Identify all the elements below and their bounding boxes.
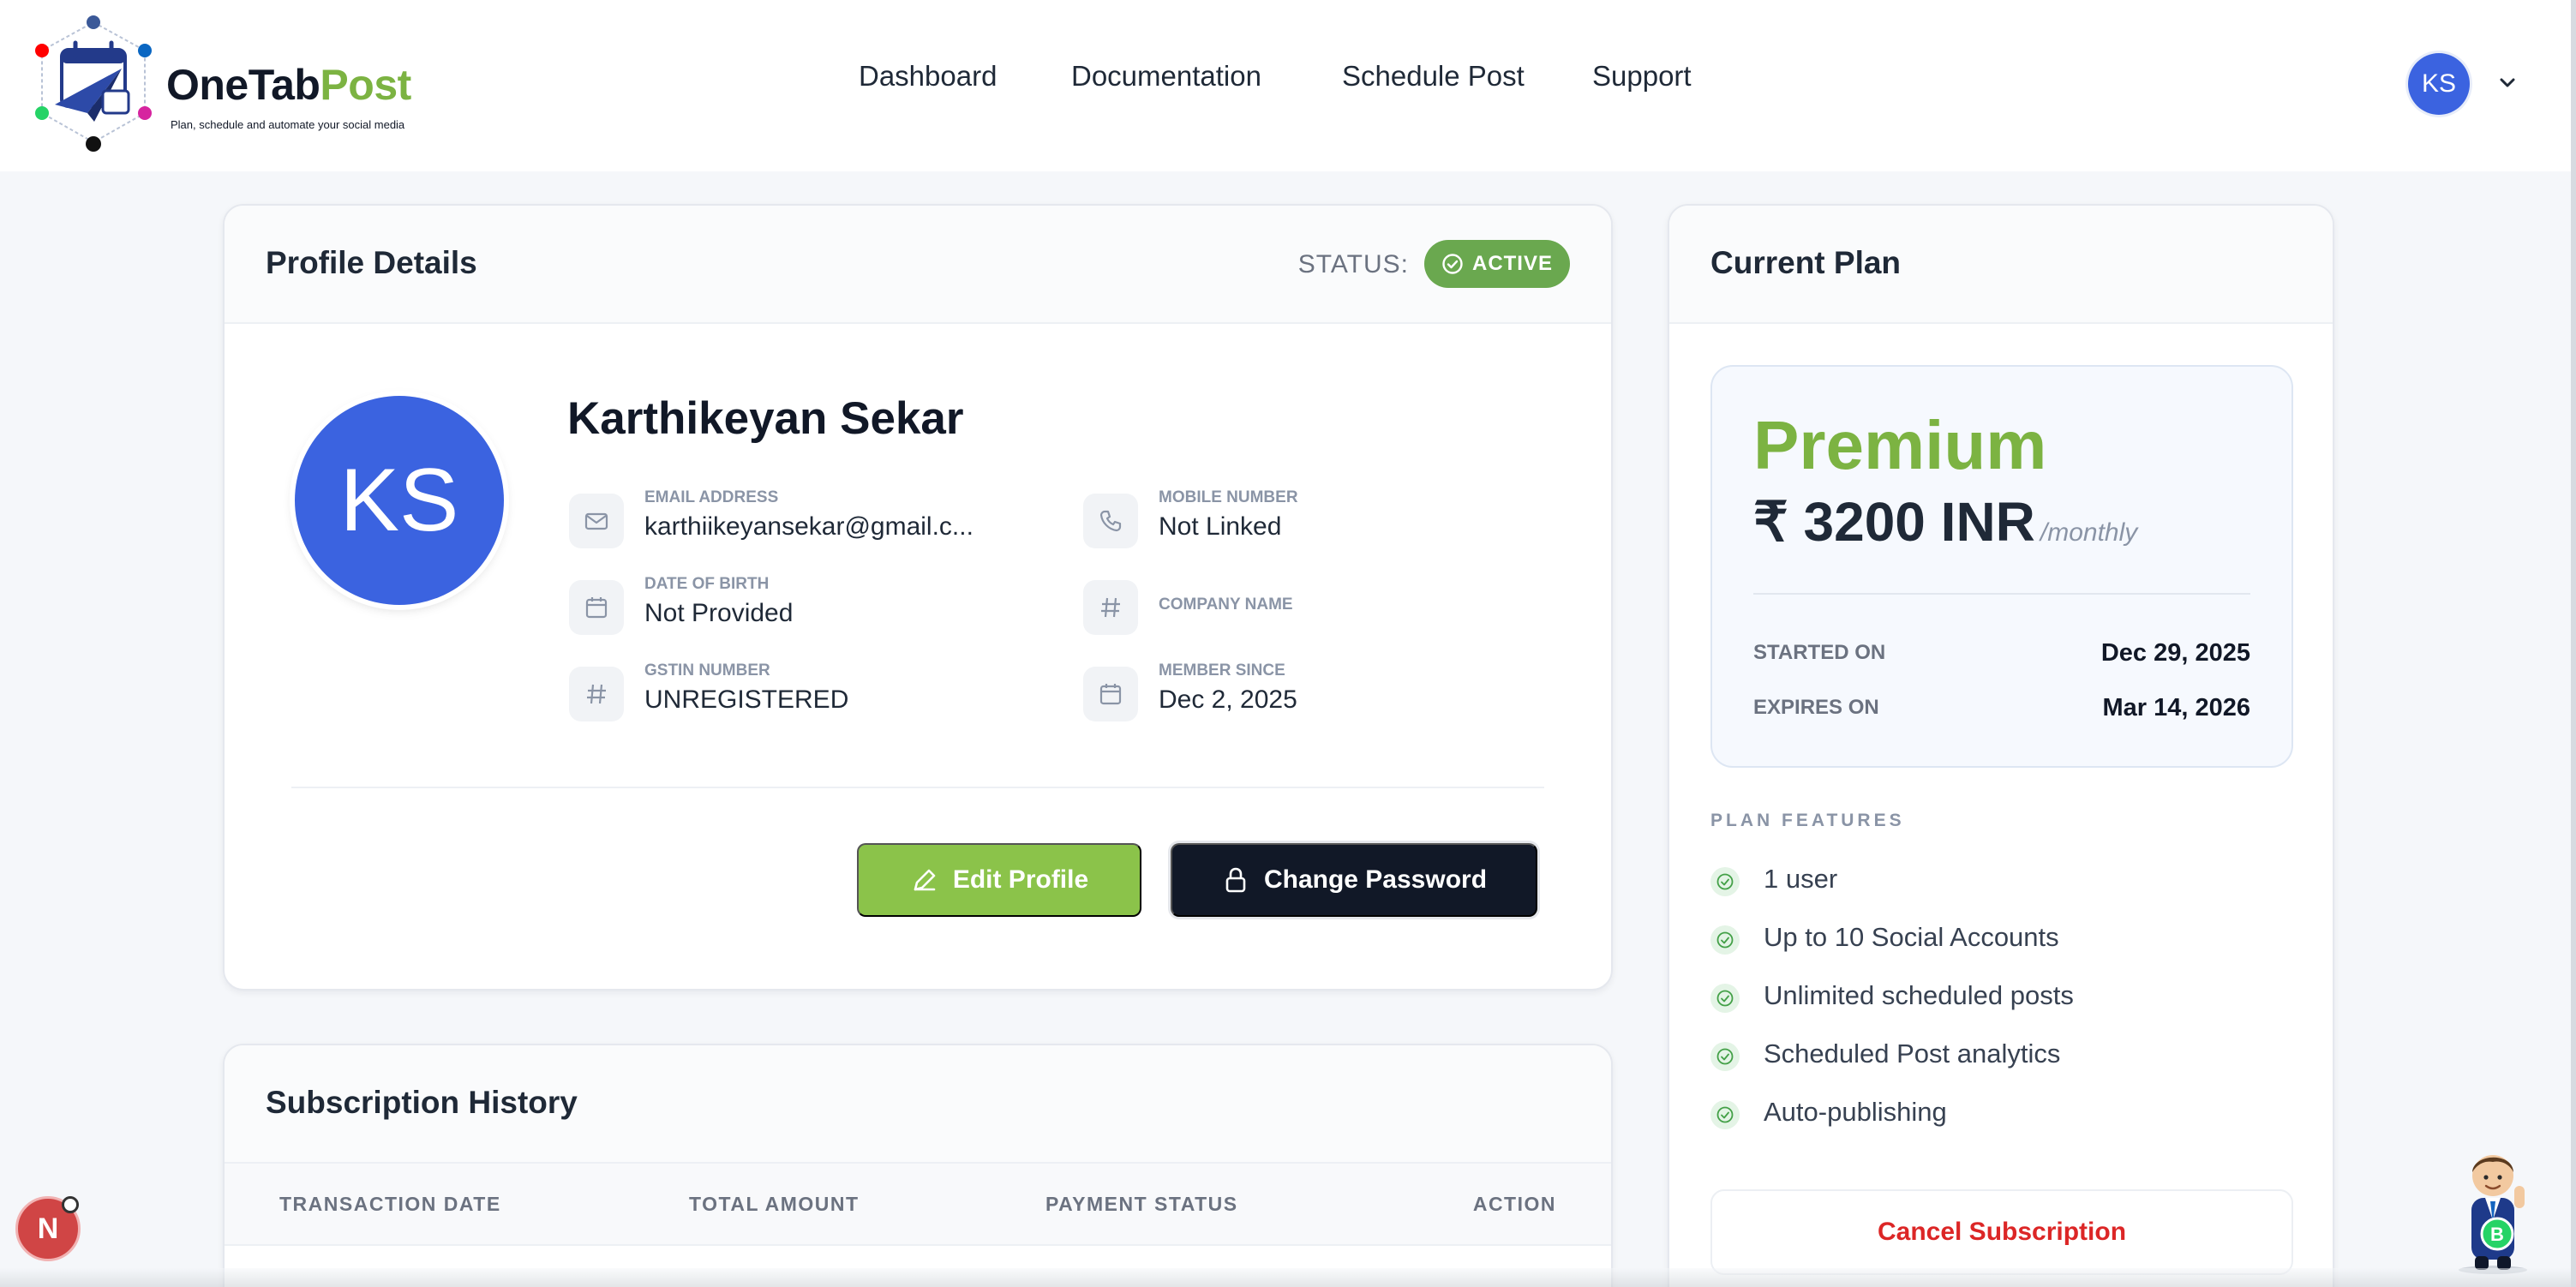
plan-card-header: Current Plan bbox=[1669, 206, 2333, 324]
plan-feature-item: Scheduled Post analytics bbox=[1710, 1033, 2259, 1074]
scrollbar-track[interactable] bbox=[2571, 0, 2576, 1287]
column-action: ACTION bbox=[1472, 1193, 1556, 1215]
company-label: COMPANY NAME bbox=[1159, 596, 1293, 614]
user-menu[interactable]: KS bbox=[2408, 51, 2519, 117]
top-navbar: OneTabPost Plan, schedule and automate y… bbox=[0, 0, 2576, 171]
check-circle-icon bbox=[1710, 925, 1740, 955]
plan-price: ₹ 3200 INR/monthly bbox=[1753, 490, 2137, 554]
plan-name: Premium bbox=[1753, 407, 2047, 483]
mobile-field: MOBILE NUMBER Not Linked bbox=[1083, 488, 1563, 550]
brand-logo[interactable]: OneTabPost Plan, schedule and automate y… bbox=[21, 12, 423, 158]
profile-details-title: Profile Details bbox=[266, 245, 477, 280]
status-badge-text: ACTIVE bbox=[1471, 252, 1553, 275]
profile-avatar: KS bbox=[295, 396, 504, 605]
phone-icon bbox=[1083, 494, 1138, 548]
mobile-value: Not Linked bbox=[1159, 512, 1282, 541]
plan-feature-text: Unlimited scheduled posts bbox=[1764, 980, 2074, 1010]
current-plan-card: Current Plan Premium ₹ 3200 INR/monthly … bbox=[1668, 204, 2334, 1287]
onetabpost-logo-icon bbox=[35, 15, 152, 152]
member-since-field: MEMBER SINCE Dec 2, 2025 bbox=[1083, 661, 1563, 723]
cancel-subscription-button[interactable]: Cancel Subscription bbox=[1710, 1189, 2293, 1275]
current-plan-title: Current Plan bbox=[1710, 245, 1902, 280]
user-avatar[interactable]: KS bbox=[2408, 53, 2470, 115]
gstin-label: GSTIN NUMBER bbox=[644, 661, 770, 679]
brand-tagline: Plan, schedule and automate your social … bbox=[171, 118, 405, 131]
started-on-value: Dec 29, 2025 bbox=[2100, 639, 2250, 667]
status-label: STATUS: bbox=[1297, 250, 1409, 278]
plan-feature-text: Auto-publishing bbox=[1764, 1097, 1947, 1127]
expires-on-label: EXPIRES ON bbox=[1753, 696, 1879, 719]
hash-icon bbox=[1083, 580, 1138, 635]
edit-profile-button[interactable]: Edit Profile bbox=[857, 843, 1141, 917]
plan-feature-text: 1 user bbox=[1764, 864, 1838, 894]
gstin-field: GSTIN NUMBER UNREGISTERED bbox=[569, 661, 1049, 723]
subscription-card-header: Subscription History bbox=[225, 1045, 1611, 1164]
plan-features-title: PLAN FEATURES bbox=[1710, 811, 1905, 830]
edit-profile-label: Edit Profile bbox=[952, 865, 1089, 894]
dob-field: DATE OF BIRTH Not Provided bbox=[569, 575, 1049, 637]
email-label: EMAIL ADDRESS bbox=[644, 488, 779, 506]
brand-name: OneTabPost bbox=[166, 60, 411, 110]
status-badge: ACTIVE bbox=[1424, 240, 1570, 288]
check-circle-icon bbox=[1710, 867, 1740, 896]
plan-feature-item: Up to 10 Social Accounts bbox=[1710, 917, 2259, 958]
check-circle-icon bbox=[1710, 1042, 1740, 1071]
subscription-history-card: Subscription History TRANSACTION DATE TO… bbox=[223, 1044, 1613, 1287]
hash-icon bbox=[569, 667, 624, 721]
profile-divider bbox=[291, 787, 1544, 788]
calendar-icon bbox=[569, 580, 624, 635]
svg-text:B: B bbox=[2490, 1224, 2504, 1245]
plan-feature-item: Auto-publishing bbox=[1710, 1092, 2259, 1133]
check-circle-icon bbox=[1710, 1100, 1740, 1129]
profile-details-card: Profile Details STATUS: ACTIVE KS Karthi… bbox=[223, 204, 1613, 991]
expires-on-value: Mar 14, 2026 bbox=[2102, 694, 2250, 721]
bottom-shadow bbox=[0, 1268, 2571, 1287]
plan-price-amount: ₹ 3200 INR bbox=[1753, 491, 2035, 553]
brand-name-part1: OneTab bbox=[166, 61, 321, 109]
subscription-history-title: Subscription History bbox=[266, 1085, 578, 1120]
mobile-label: MOBILE NUMBER bbox=[1159, 488, 1298, 506]
calendar-icon bbox=[1083, 667, 1138, 721]
plan-feature-text: Up to 10 Social Accounts bbox=[1764, 922, 2059, 952]
notification-dot bbox=[62, 1196, 79, 1213]
lock-icon bbox=[1225, 867, 1246, 893]
email-field: EMAIL ADDRESS karthiikeyansekar@gmail.c.… bbox=[569, 488, 1049, 550]
column-total-amount: TOTAL AMOUNT bbox=[689, 1193, 860, 1215]
plan-feature-item: 1 user bbox=[1710, 859, 2259, 900]
profile-card-header: Profile Details STATUS: ACTIVE bbox=[225, 206, 1611, 324]
gstin-value: UNREGISTERED bbox=[644, 685, 849, 714]
user-full-name: Karthikeyan Sekar bbox=[567, 393, 964, 444]
plan-divider bbox=[1753, 593, 2250, 595]
plan-period: /monthly bbox=[2040, 518, 2138, 547]
nav-documentation[interactable]: Documentation bbox=[1071, 60, 1261, 93]
mail-icon bbox=[569, 494, 624, 548]
whatsapp-support-mascot-icon[interactable]: B bbox=[2441, 1138, 2545, 1275]
nav-support[interactable]: Support bbox=[1592, 60, 1692, 93]
member-since-value: Dec 2, 2025 bbox=[1159, 685, 1297, 714]
column-payment-status: PAYMENT STATUS bbox=[1045, 1193, 1238, 1215]
brand-name-part2: Post bbox=[320, 61, 411, 109]
plan-feature-item: Unlimited scheduled posts bbox=[1710, 975, 2259, 1016]
company-field: COMPANY NAME bbox=[1083, 575, 1563, 637]
check-circle-icon bbox=[1442, 254, 1463, 274]
plan-summary-box: Premium ₹ 3200 INR/monthly STARTED ON De… bbox=[1710, 365, 2293, 768]
member-since-label: MEMBER SINCE bbox=[1159, 661, 1285, 679]
subscription-table-header: TRANSACTION DATE TOTAL AMOUNT PAYMENT ST… bbox=[225, 1164, 1611, 1246]
chevron-down-icon[interactable] bbox=[2497, 72, 2518, 93]
dob-label: DATE OF BIRTH bbox=[644, 575, 770, 593]
plan-feature-text: Scheduled Post analytics bbox=[1764, 1039, 2061, 1069]
change-password-label: Change Password bbox=[1263, 865, 1488, 894]
pencil-icon bbox=[914, 869, 936, 891]
nav-dashboard[interactable]: Dashboard bbox=[859, 60, 997, 93]
check-circle-icon bbox=[1710, 984, 1740, 1013]
column-transaction-date: TRANSACTION DATE bbox=[279, 1193, 501, 1215]
nav-schedule-post[interactable]: Schedule Post bbox=[1342, 60, 1525, 93]
email-value: karthiikeyansekar@gmail.c... bbox=[644, 512, 973, 541]
started-on-label: STARTED ON bbox=[1753, 641, 1886, 664]
dob-value: Not Provided bbox=[644, 599, 794, 627]
change-password-button[interactable]: Change Password bbox=[1171, 843, 1537, 917]
